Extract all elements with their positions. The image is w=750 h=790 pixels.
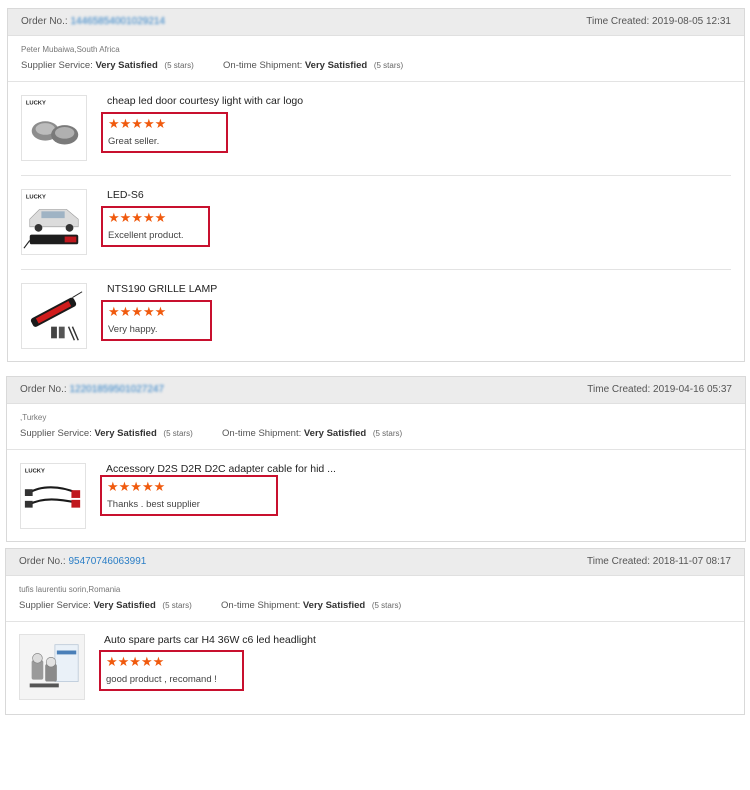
star-rating: ★★★★★	[107, 479, 166, 494]
divider	[6, 621, 744, 622]
door-light-projector-icon: LUCKY	[22, 96, 86, 160]
divider	[8, 81, 744, 82]
supplier-ratings: Supplier Service: Very Satisfied (5 star…	[20, 428, 402, 439]
time-created: Time Created: 2019-08-05 12:31	[586, 16, 731, 27]
brand-mark: LUCKY	[26, 195, 46, 201]
product-thumbnail[interactable]: LUCKY	[20, 463, 86, 529]
item-divider	[21, 269, 731, 270]
shipment-stars: (5 stars)	[372, 429, 403, 438]
shipment-value: Very Satisfied	[302, 600, 366, 611]
review-highlight: ★★★★★ good product , recomand !	[99, 650, 244, 691]
brand-mark: LUCKY	[25, 469, 45, 475]
supplier-service-stars: (5 stars)	[163, 429, 193, 438]
item-divider	[21, 175, 731, 176]
product-thumbnail[interactable]: LUCKY	[21, 95, 87, 161]
review-text: Very happy.	[108, 324, 158, 335]
star-rating: ★★★★★	[108, 304, 167, 319]
grille-lamp-strip-icon	[22, 284, 86, 348]
shipment-value: Very Satisfied	[304, 60, 368, 71]
order-number-label: Order No.:	[19, 556, 66, 567]
order-number-link[interactable]: 12201859501027247	[69, 384, 164, 395]
order-header: Order No.: 95470746063991 Time Created: …	[6, 549, 744, 576]
product-title-link[interactable]: Auto spare parts car H4 36W c6 led headl…	[104, 634, 316, 646]
order-number-row: Order No.: 12201859501027247	[20, 384, 164, 395]
order-number-link[interactable]: 95470746063991	[68, 556, 146, 567]
brand-mark: LUCKY	[26, 101, 46, 107]
shipment-label: On-time Shipment:	[221, 600, 301, 611]
order-number-row: Order No.: 14465854001029214	[21, 16, 165, 27]
product-thumbnail[interactable]	[21, 283, 87, 349]
divider	[7, 449, 745, 450]
order-card: Order No.: 14465854001029214 Time Create…	[7, 8, 745, 362]
shipment-stars: (5 stars)	[373, 61, 404, 70]
review-highlight: ★★★★★ Thanks . best supplier	[100, 475, 278, 516]
supplier-ratings: Supplier Service: Very Satisfied (5 star…	[19, 600, 401, 611]
led-headlight-bulbs-icon	[20, 635, 84, 699]
product-thumbnail[interactable]: LUCKY	[21, 189, 87, 255]
star-rating: ★★★★★	[108, 116, 167, 131]
buyer-name: Peter Mubaiwa,South Africa	[21, 45, 120, 54]
review-text: good product , recomand !	[106, 674, 217, 685]
order-number-row: Order No.: 95470746063991	[19, 556, 146, 567]
order-card: Order No.: 95470746063991 Time Created: …	[5, 548, 745, 715]
product-title-link[interactable]: cheap led door courtesy light with car l…	[107, 95, 303, 107]
review-text: Excellent product.	[108, 230, 184, 241]
supplier-service-label: Supplier Service:	[21, 60, 93, 71]
time-created: Time Created: 2019-04-16 05:37	[587, 384, 732, 395]
supplier-service-stars: (5 stars)	[162, 601, 192, 610]
adapter-cable-icon: LUCKY	[21, 464, 85, 528]
supplier-service-value: Very Satisfied	[93, 600, 156, 611]
supplier-service-stars: (5 stars)	[164, 61, 194, 70]
star-rating: ★★★★★	[108, 210, 167, 225]
buyer-name: ,Turkey	[20, 413, 47, 422]
car-strobe-light-icon: LUCKY	[22, 190, 86, 254]
order-number-link[interactable]: 14465854001029214	[70, 16, 165, 27]
review-text: Great seller.	[108, 136, 160, 147]
review-highlight: ★★★★★ Excellent product.	[101, 206, 210, 247]
product-title-link[interactable]: NTS190 GRILLE LAMP	[107, 283, 217, 295]
buyer-name: tufis laurentiu sorin,Romania	[19, 585, 121, 594]
product-title-link[interactable]: Accessory D2S D2R D2C adapter cable for …	[106, 463, 336, 475]
supplier-service-label: Supplier Service:	[20, 428, 92, 439]
supplier-ratings: Supplier Service: Very Satisfied (5 star…	[21, 60, 403, 71]
order-header: Order No.: 12201859501027247 Time Create…	[7, 377, 745, 404]
order-card: Order No.: 12201859501027247 Time Create…	[6, 376, 746, 542]
shipment-stars: (5 stars)	[371, 601, 402, 610]
time-created: Time Created: 2018-11-07 08:17	[587, 556, 731, 567]
review-highlight: ★★★★★ Great seller.	[101, 112, 228, 153]
order-number-label: Order No.:	[21, 16, 68, 27]
star-rating: ★★★★★	[106, 654, 165, 669]
product-title-link[interactable]: LED-S6	[107, 189, 144, 201]
order-header: Order No.: 14465854001029214 Time Create…	[8, 9, 744, 36]
product-thumbnail[interactable]	[19, 634, 85, 700]
review-highlight: ★★★★★ Very happy.	[101, 300, 212, 341]
supplier-service-label: Supplier Service:	[19, 600, 91, 611]
shipment-value: Very Satisfied	[303, 428, 367, 439]
shipment-label: On-time Shipment:	[223, 60, 303, 71]
review-text: Thanks . best supplier	[107, 499, 200, 510]
order-number-label: Order No.:	[20, 384, 67, 395]
shipment-label: On-time Shipment:	[222, 428, 302, 439]
supplier-service-value: Very Satisfied	[94, 428, 157, 439]
supplier-service-value: Very Satisfied	[95, 60, 158, 71]
